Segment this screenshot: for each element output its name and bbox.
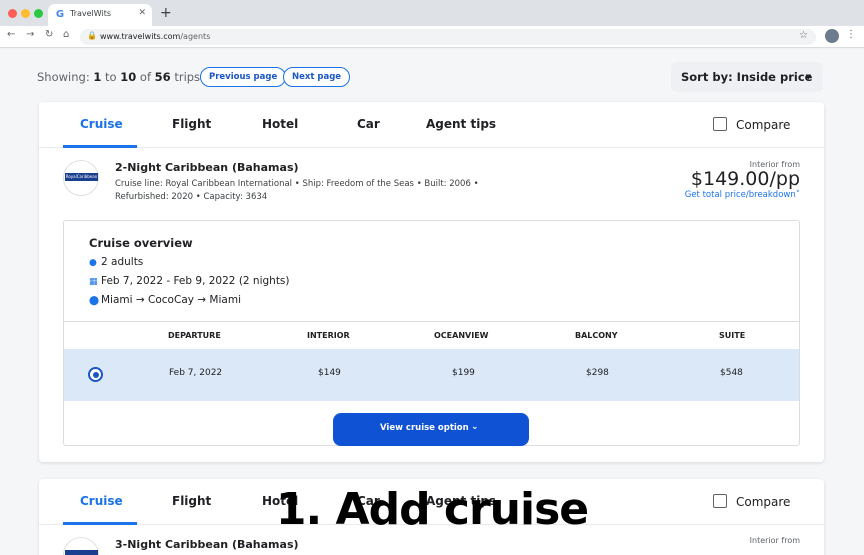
results-count: Showing: 1 to 10 of 56 trips [37, 70, 201, 84]
cruise-line-logo [63, 537, 99, 555]
tab-title: TravelWits [70, 9, 112, 18]
tab-close-icon[interactable]: ✕ [138, 8, 146, 18]
bookmark-star-icon[interactable]: ☆ [799, 30, 808, 41]
balcony-price-cell: $298 [586, 368, 609, 378]
reload-icon[interactable]: ↻ [45, 29, 53, 40]
previous-page-button[interactable]: Previous page [200, 67, 287, 87]
column-header: OCEANVIEW [434, 331, 489, 340]
table-header: DEPARTURE INTERIOR OCEANVIEW BALCONY SUI… [64, 321, 799, 349]
browser-menu-icon[interactable]: ⋮ [846, 29, 856, 40]
route-line: ⬤ Miami → CocoCay → Miami [89, 294, 241, 306]
view-cruise-option-button[interactable]: View cruise option ⌄ [333, 413, 529, 446]
tab-cruise[interactable]: Cruise [80, 117, 123, 131]
active-tab-indicator [63, 145, 137, 148]
tab-flight[interactable]: Flight [172, 117, 211, 131]
calendar-icon: ▦ [89, 277, 98, 287]
product-tabs: Cruise Flight Hotel Car Agent tips Compa… [39, 102, 824, 148]
google-favicon-icon: G [55, 9, 65, 20]
sort-label: Sort by: Inside price [681, 70, 813, 84]
trip-card: Cruise Flight Hotel Car Agent tips Compa… [39, 102, 824, 462]
trip-meta: Cruise line: Royal Caribbean Internation… [115, 179, 479, 202]
select-radio[interactable] [88, 367, 103, 382]
tab-agent-tips[interactable]: Agent tips [426, 117, 496, 131]
trip-title: 2-Night Caribbean (Bahamas) [115, 161, 299, 174]
address-bar: ← → ↻ ⌂ 🔒 www.travelwits.com/agents ☆ ⋮ [0, 26, 864, 48]
lock-icon: 🔒 [87, 31, 97, 40]
home-icon[interactable]: ⌂ [63, 29, 69, 40]
browser-tab[interactable]: G TravelWits ✕ [48, 4, 152, 26]
back-icon[interactable]: ← [7, 29, 15, 40]
url-field[interactable]: 🔒 www.travelwits.com/agents ☆ [80, 29, 816, 45]
price-label: Interior from [749, 536, 800, 545]
price: $149.00/pp [690, 168, 800, 190]
new-tab-icon[interactable]: + [160, 5, 172, 21]
maximize-window-button[interactable] [34, 9, 43, 18]
interior-price-cell: $149 [318, 368, 341, 378]
trip-title: 3-Night Caribbean (Bahamas) [115, 538, 299, 551]
location-pin-icon: ⬤ [89, 296, 100, 306]
browser-tab-bar: G TravelWits ✕ + [0, 0, 864, 26]
column-header: DEPARTURE [168, 331, 221, 340]
dates-line: ▦ Feb 7, 2022 - Feb 9, 2022 (2 nights) [89, 275, 290, 287]
tab-hotel[interactable]: Hotel [262, 117, 298, 131]
chevron-down-icon: ⌄ [471, 422, 479, 432]
overview-title: Cruise overview [89, 236, 193, 250]
table-row[interactable]: Feb 7, 2022 $149 $199 $298 $548 [64, 349, 799, 401]
overlay-caption: 1. Add cruise [275, 484, 589, 535]
column-header: SUITE [719, 331, 746, 340]
caret-down-icon: ▼ [805, 73, 811, 81]
suite-price-cell: $548 [720, 368, 743, 378]
compare-checkbox[interactable] [713, 117, 727, 131]
page-content: Showing: 1 to 10 of 56 trips Previous pa… [0, 49, 864, 555]
column-header: INTERIOR [307, 331, 350, 340]
profile-avatar[interactable] [825, 29, 839, 43]
person-icon: ● [89, 258, 97, 268]
next-page-button[interactable]: Next page [283, 67, 351, 87]
minimize-window-button[interactable] [21, 9, 30, 18]
guests-line: ● 2 adults [89, 256, 144, 268]
sort-dropdown[interactable]: Sort by: Inside price ▼ [671, 62, 823, 92]
departure-cell: Feb 7, 2022 [169, 368, 223, 378]
column-header: BALCONY [575, 331, 618, 340]
oceanview-price-cell: $199 [452, 368, 475, 378]
close-window-button[interactable] [8, 9, 17, 18]
price-breakdown-link[interactable]: Get total price/breakdown˅ [685, 190, 800, 200]
tab-car[interactable]: Car [357, 117, 380, 131]
cruise-line-logo: RoyalCaribbean [63, 160, 99, 196]
forward-icon[interactable]: → [26, 29, 34, 40]
compare-label: Compare [736, 118, 791, 132]
url-text: www.travelwits.com/agents [100, 32, 211, 41]
